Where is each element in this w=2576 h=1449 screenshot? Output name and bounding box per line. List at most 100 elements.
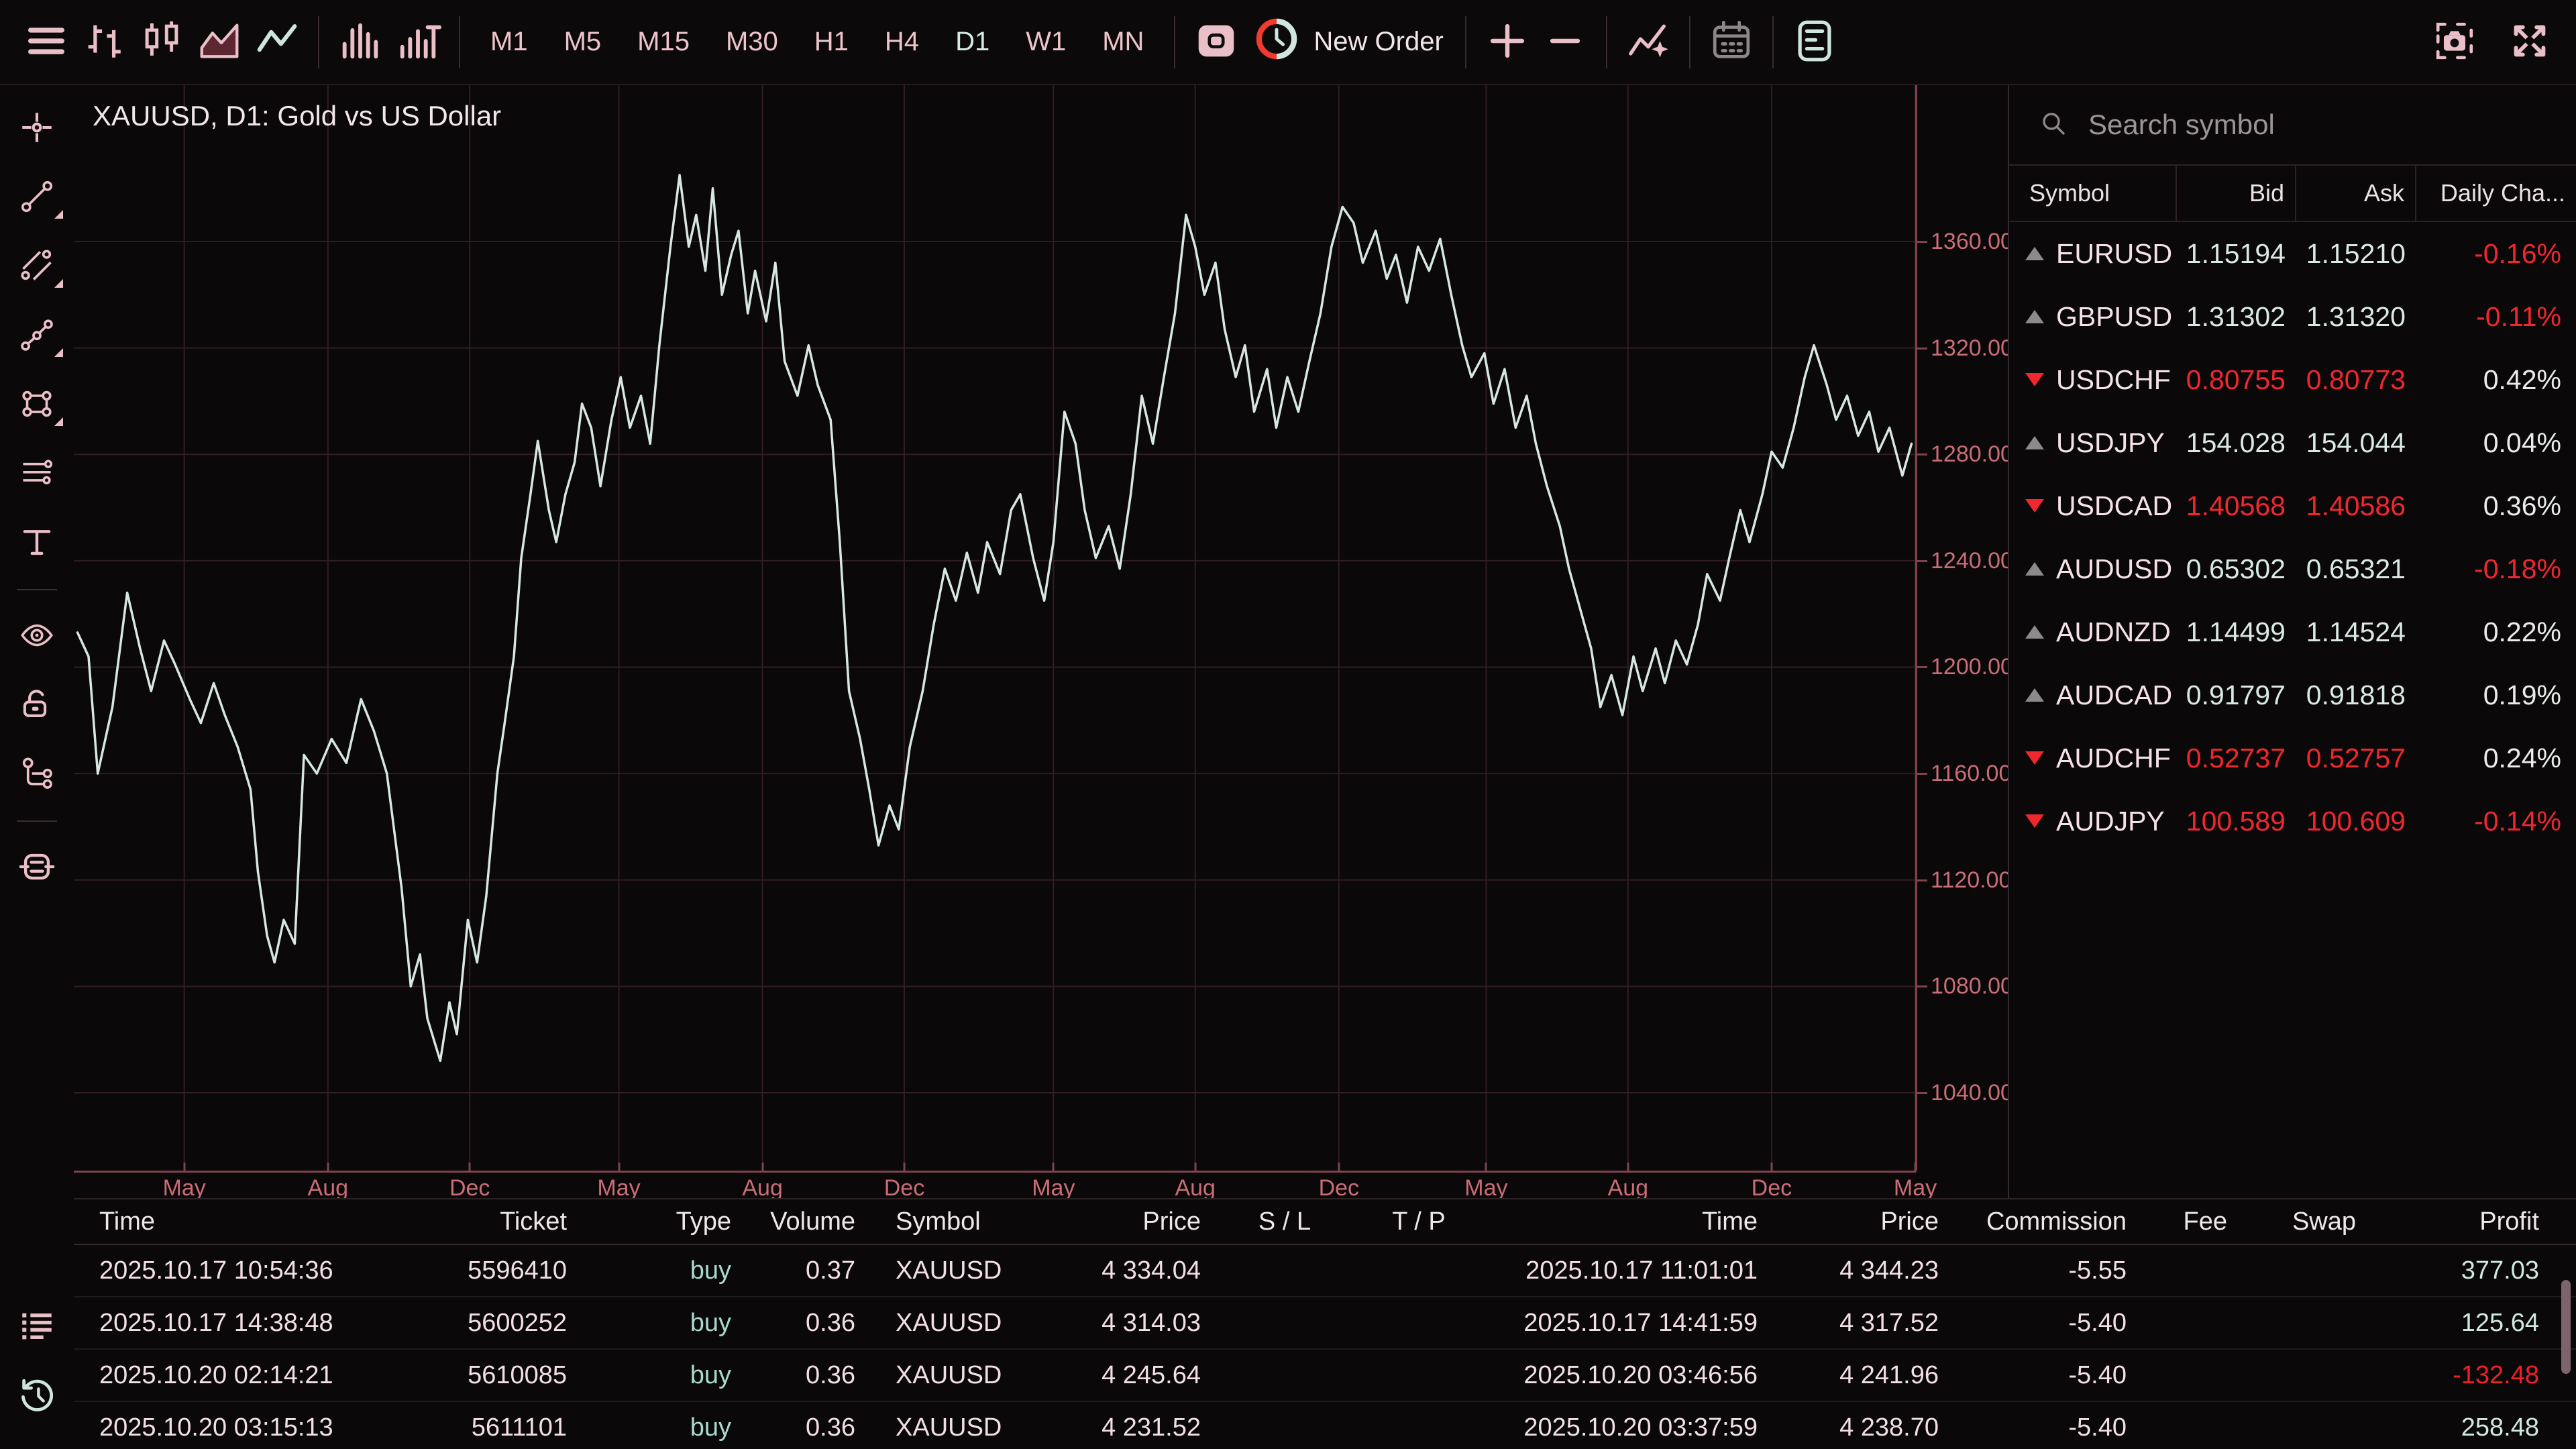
toolbar-screenshot-button[interactable] xyxy=(2426,10,2483,74)
tool-object-tree-button[interactable] xyxy=(8,749,66,800)
market-watch-header: Symbol Bid Ask Daily Cha... xyxy=(2009,164,2576,222)
menu-button[interactable] xyxy=(17,10,75,74)
time-tick-mark xyxy=(1485,1163,1487,1173)
chart-type-chart-area-button[interactable] xyxy=(191,10,248,74)
zoom-zoom-out-button[interactable] xyxy=(1536,10,1594,74)
zoom-group xyxy=(1479,10,1594,74)
timeframe-m1[interactable]: M1 xyxy=(472,10,546,74)
chart-area[interactable]: XAUUSD, D1: Gold vs US Dollar xyxy=(74,85,1915,1171)
zoom-zoom-in-button[interactable] xyxy=(1479,10,1536,74)
tool-lock-button[interactable] xyxy=(8,680,66,731)
arrow-up-icon xyxy=(2025,310,2044,323)
history-scrollbar[interactable] xyxy=(2561,1280,2571,1374)
timeframe-m15[interactable]: M15 xyxy=(619,10,708,74)
time-tick-mark xyxy=(761,1163,763,1173)
search-input[interactable] xyxy=(2087,108,2465,142)
crosshair-icon xyxy=(17,108,56,149)
price-axis[interactable]: 1360.001320.001280.001240.001200.001160.… xyxy=(1915,85,2008,1171)
history-column-header[interactable]: Type xyxy=(567,1208,731,1236)
history-column-header[interactable]: Ticket xyxy=(376,1208,567,1236)
history-column-header[interactable]: T / P xyxy=(1368,1208,1469,1236)
timeframe-m5[interactable]: M5 xyxy=(546,10,620,74)
panel-orders-list-button[interactable] xyxy=(8,1301,66,1352)
tool-eye-button[interactable] xyxy=(8,610,66,661)
tool-shapes-button[interactable] xyxy=(8,379,66,430)
market-watch-row-audnzd[interactable]: AUDNZD1.144991.145240.22% xyxy=(2009,600,2576,663)
bid-value: 0.80755 xyxy=(2177,364,2296,396)
history-cell-commission: -5.55 xyxy=(1939,1256,2127,1285)
history-column-header[interactable]: Symbol xyxy=(855,1208,1026,1236)
daily-change-value: 0.04% xyxy=(2416,427,2576,459)
column-header-daily-change[interactable]: Daily Cha... xyxy=(2416,166,2576,221)
history-column-header[interactable]: Swap xyxy=(2227,1208,2356,1236)
column-header-symbol[interactable]: Symbol xyxy=(2009,166,2177,221)
tool-channel-button[interactable] xyxy=(8,241,66,292)
market-watch-row-eurusd[interactable]: EURUSD1.151941.15210-0.16% xyxy=(2009,222,2576,285)
history-cell-profit: 258.48 xyxy=(2356,1413,2576,1442)
sidebar-divider xyxy=(17,820,57,822)
market-watch-row-usdcad[interactable]: USDCAD1.405681.405860.36% xyxy=(2009,474,2576,537)
new-order-clock-icon xyxy=(1254,17,1299,68)
panel-history-button[interactable] xyxy=(8,1371,66,1421)
time-tick-mark xyxy=(1194,1163,1196,1173)
timeframe-m30[interactable]: M30 xyxy=(708,10,796,74)
market-watch-row-audusd[interactable]: AUDUSD0.653020.65321-0.18% xyxy=(2009,537,2576,600)
tool-text-button[interactable] xyxy=(8,517,66,568)
tool-trendline-button[interactable] xyxy=(8,172,66,223)
history-column-header[interactable]: Fee xyxy=(2127,1208,2227,1236)
history-column-header[interactable]: Price xyxy=(1758,1208,1939,1236)
daily-change-value: 0.24% xyxy=(2416,743,2576,774)
market-watch-row-audcad[interactable]: AUDCAD0.917970.918180.19% xyxy=(2009,663,2576,727)
tool-polyline-button[interactable] xyxy=(8,310,66,361)
time-tick-mark xyxy=(327,1163,329,1173)
history-column-header[interactable]: Time xyxy=(74,1208,376,1236)
history-cell-price: 4 231.52 xyxy=(1026,1413,1201,1442)
symbol-search[interactable] xyxy=(2009,85,2576,164)
history-column-header[interactable]: S / L xyxy=(1201,1208,1368,1236)
time-axis[interactable]: MayAugDecMayAugDecMayAugDecMayAugDecMay xyxy=(74,1171,1915,1198)
toolbar-fullscreen-button[interactable] xyxy=(2501,10,2559,74)
chart-window-button[interactable] xyxy=(1187,10,1245,74)
volume-volume-bars-button[interactable] xyxy=(331,10,389,74)
history-column-header[interactable]: Commission xyxy=(1939,1208,2127,1236)
history-row-ticket-5611101[interactable]: 2025.10.20 03:15:135611101buy0.36XAUUSD4… xyxy=(74,1402,2576,1449)
chart-area-icon xyxy=(196,17,243,66)
history-row-ticket-5596410[interactable]: 2025.10.17 10:54:365596410buy0.37XAUUSD4… xyxy=(74,1245,2576,1297)
market-watch-row-audjpy[interactable]: AUDJPY100.589100.609-0.14% xyxy=(2009,790,2576,853)
history-cell-volume: 0.37 xyxy=(731,1256,855,1285)
timeframe-w1[interactable]: W1 xyxy=(1008,10,1084,74)
timeframe-d1[interactable]: D1 xyxy=(937,10,1008,74)
market-watch-row-usdchf[interactable]: USDCHF0.807550.807730.42% xyxy=(2009,348,2576,411)
column-header-bid[interactable]: Bid xyxy=(2177,166,2296,221)
tool-fib-lines-button[interactable] xyxy=(8,448,66,499)
timeframe-h1[interactable]: H1 xyxy=(796,10,867,74)
column-header-ask[interactable]: Ask xyxy=(2296,166,2416,221)
history-column-header[interactable]: Profit xyxy=(2356,1208,2576,1236)
chart-candles-icon xyxy=(138,17,185,66)
market-watch-row-audchf[interactable]: AUDCHF0.527370.527570.24% xyxy=(2009,727,2576,790)
history-row-ticket-5610085[interactable]: 2025.10.20 02:14:215610085buy0.36XAUUSD4… xyxy=(74,1350,2576,1402)
tool-calendar-button[interactable] xyxy=(1703,10,1760,74)
history-cell-profit: 377.03 xyxy=(2356,1256,2576,1285)
new-order-button[interactable]: New Order xyxy=(1245,17,1452,68)
timeframe-h4[interactable]: H4 xyxy=(867,10,937,74)
history-column-header[interactable]: Time xyxy=(1469,1208,1758,1236)
tool-delete-objects-button[interactable] xyxy=(8,842,66,893)
history-row-ticket-5600252[interactable]: 2025.10.17 14:38:485600252buy0.36XAUUSD4… xyxy=(74,1297,2576,1350)
market-watch-row-gbpusd[interactable]: GBPUSD1.313021.31320-0.11% xyxy=(2009,285,2576,348)
arrow-down-icon xyxy=(2025,814,2044,828)
history-column-header[interactable]: Volume xyxy=(731,1208,855,1236)
price-tick-mark xyxy=(1917,347,1927,350)
price-tick-mark xyxy=(1917,666,1927,668)
chart-type-chart-bars-button[interactable] xyxy=(75,10,133,74)
volume-volume-ticks-button[interactable] xyxy=(389,10,447,74)
timeframe-mn[interactable]: MN xyxy=(1084,10,1162,74)
market-watch-row-usdjpy[interactable]: USDJPY154.028154.0440.04% xyxy=(2009,411,2576,474)
tool-indicators-button[interactable] xyxy=(1619,10,1677,74)
chart-type-chart-line-button[interactable] xyxy=(248,10,306,74)
symbol-name: EURUSD xyxy=(2056,238,2172,270)
chart-type-chart-candles-button[interactable] xyxy=(133,10,191,74)
tool-crosshair-button[interactable] xyxy=(8,103,66,154)
history-column-header[interactable]: Price xyxy=(1026,1208,1201,1236)
tool-journal-button[interactable] xyxy=(1786,10,1843,74)
